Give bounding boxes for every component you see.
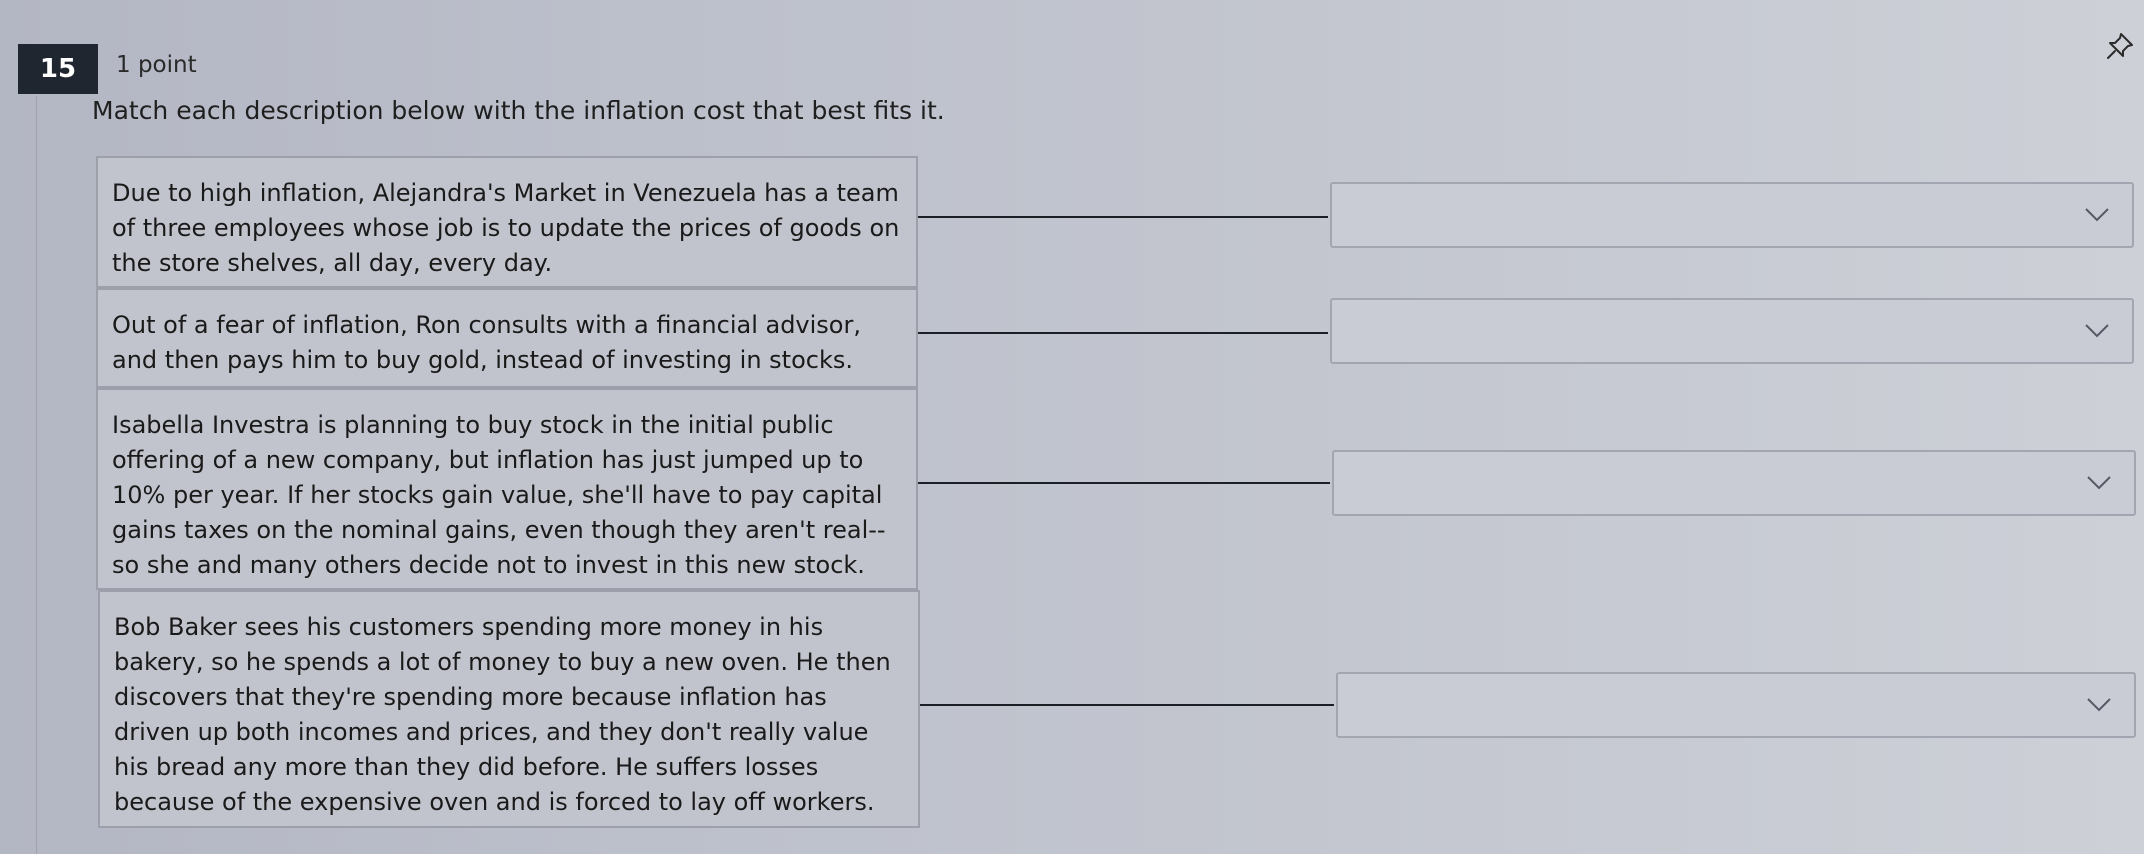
match-connector-2 [918, 332, 1328, 334]
match-description-2: Out of a fear of inflation, Ron consults… [96, 288, 918, 388]
question-points: 1 point [116, 52, 197, 78]
chevron-down-icon [2087, 698, 2111, 712]
answer-dropdown-1[interactable] [1330, 182, 2134, 248]
question-number-badge: 15 [18, 44, 98, 94]
chevron-down-icon [2085, 208, 2109, 222]
description-text: Due to high inflation, Alejandra's Marke… [112, 179, 900, 277]
question-left-rule [36, 96, 37, 854]
question-number: 15 [39, 54, 77, 84]
match-description-4: Bob Baker sees his customers spending mo… [98, 590, 920, 828]
answer-dropdown-4[interactable] [1336, 672, 2136, 738]
match-connector-4 [920, 704, 1334, 706]
chevron-down-icon [2085, 324, 2109, 338]
description-text: Bob Baker sees his customers spending mo… [114, 613, 891, 816]
description-text: Isabella Investra is planning to buy sto… [112, 411, 886, 579]
quiz-page: 15 1 point Match each description below … [0, 0, 2144, 854]
match-description-1: Due to high inflation, Alejandra's Marke… [96, 156, 918, 288]
question-prompt: Match each description below with the in… [92, 96, 945, 125]
match-description-3: Isabella Investra is planning to buy sto… [96, 388, 918, 590]
match-connector-1 [918, 216, 1328, 218]
description-text: Out of a fear of inflation, Ron consults… [112, 311, 861, 374]
pin-icon[interactable] [2104, 30, 2136, 62]
match-connector-3 [918, 482, 1330, 484]
chevron-down-icon [2087, 476, 2111, 490]
answer-dropdown-3[interactable] [1332, 450, 2136, 516]
answer-dropdown-2[interactable] [1330, 298, 2134, 364]
